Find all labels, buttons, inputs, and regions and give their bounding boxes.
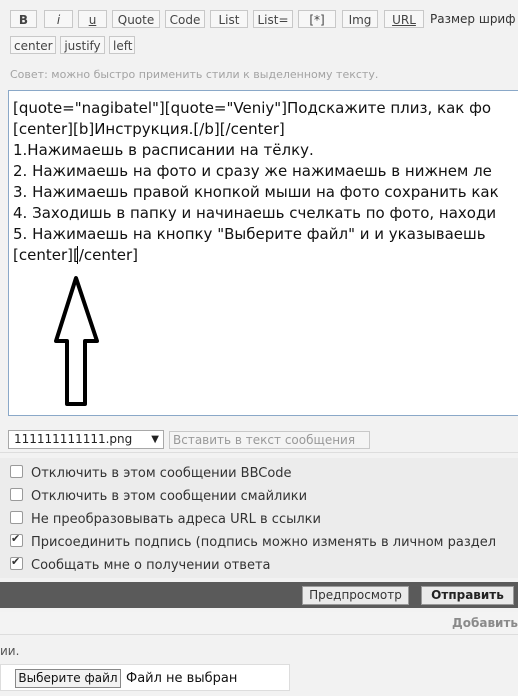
insert-into-message-button[interactable]: Вставить в текст сообщения xyxy=(169,431,370,449)
checkbox[interactable] xyxy=(10,465,23,478)
editor-line: 1.Нажимаешь в расписании на тёлку. xyxy=(13,141,314,159)
editor-line: 3. Нажимаешь правой кнопкой мыши на фото… xyxy=(13,183,499,201)
text-fragment: ии. xyxy=(0,644,20,658)
submit-button[interactable]: Отправить xyxy=(421,586,514,605)
left-button[interactable]: left xyxy=(109,36,135,54)
add-attachment-bar: Добавить xyxy=(0,612,518,635)
editor-line: 5. Нажимаешь на кнопку "Выберите файл" и… xyxy=(13,225,486,243)
attachment-select[interactable]: 111111111111.png ▼ xyxy=(8,430,164,449)
option-label: Отключить в этом сообщении смайлики xyxy=(31,489,308,504)
font-size-label: Размер шриф xyxy=(430,12,516,26)
choose-file-button[interactable]: Выберите файл xyxy=(15,669,121,688)
editor-line: 4. Заходишь в папку и начинаешь счелкать… xyxy=(13,204,497,222)
preview-button[interactable]: Предпросмотр xyxy=(302,586,409,605)
quote-button[interactable]: Quote xyxy=(112,10,160,28)
checkbox[interactable] xyxy=(10,532,23,547)
option-disable-bbcode[interactable]: Отключить в этом сообщении BBCode xyxy=(10,465,292,481)
option-label: Отключить в этом сообщении BBCode xyxy=(31,466,292,481)
option-label: Сообщать мне о получении ответа xyxy=(31,558,271,573)
post-options: Отключить в этом сообщении BBCode Отключ… xyxy=(0,458,518,578)
checkbox[interactable] xyxy=(10,511,23,524)
no-file-label: Файл не выбран xyxy=(126,671,238,686)
editor-line: 2. Нажимаешь на фото и сразу же нажимаеш… xyxy=(13,162,492,180)
checkbox[interactable] xyxy=(10,555,23,570)
ordered-list-button[interactable]: List= xyxy=(253,10,293,28)
editor-line: [center][/center] xyxy=(13,246,138,264)
url-button[interactable]: URL xyxy=(384,10,424,28)
option-notify-reply[interactable]: Сообщать мне о получении ответа xyxy=(10,555,271,573)
center-button[interactable]: center xyxy=(10,36,56,54)
option-label: Присоединить подпись (подпись можно изме… xyxy=(31,535,497,550)
underline-button[interactable]: u xyxy=(78,10,107,28)
add-attachment-label[interactable]: Добавить xyxy=(452,616,518,630)
arrow-up-icon xyxy=(54,276,99,406)
option-label: Не преобразовывать адреса URL в ссылки xyxy=(31,512,321,527)
text-cursor xyxy=(77,246,78,264)
code-button[interactable]: Code xyxy=(165,10,205,28)
file-upload: Выберите файл Файл не выбран xyxy=(0,664,290,691)
action-bar: Предпросмотр Отправить xyxy=(0,582,518,608)
checkbox[interactable] xyxy=(10,488,23,501)
editor-line: [quote="nagibatel"][quote="Veniy"]Подска… xyxy=(13,99,492,117)
attachment-row: 111111111111.png ▼ Вставить в текст сооб… xyxy=(0,424,518,453)
list-item-button[interactable]: [*] xyxy=(298,10,336,28)
option-no-url-parse[interactable]: Не преобразовывать адреса URL в ссылки xyxy=(10,511,321,527)
editor-line: [center][b]Инструкция.[/b][/center] xyxy=(13,120,285,138)
bold-button[interactable]: B xyxy=(10,10,37,28)
selected-file-name: 111111111111.png xyxy=(14,432,133,446)
list-button[interactable]: List xyxy=(210,10,248,28)
chevron-down-icon: ▼ xyxy=(151,434,159,445)
option-disable-smilies[interactable]: Отключить в этом сообщении смайлики xyxy=(10,488,307,504)
italic-button[interactable]: i xyxy=(44,10,73,28)
style-hint: Совет: можно быстро применить стили к вы… xyxy=(10,68,379,81)
justify-button[interactable]: justify xyxy=(60,36,105,54)
option-attach-signature[interactable]: Присоединить подпись (подпись можно изме… xyxy=(10,532,497,550)
image-button[interactable]: Img xyxy=(342,10,378,28)
